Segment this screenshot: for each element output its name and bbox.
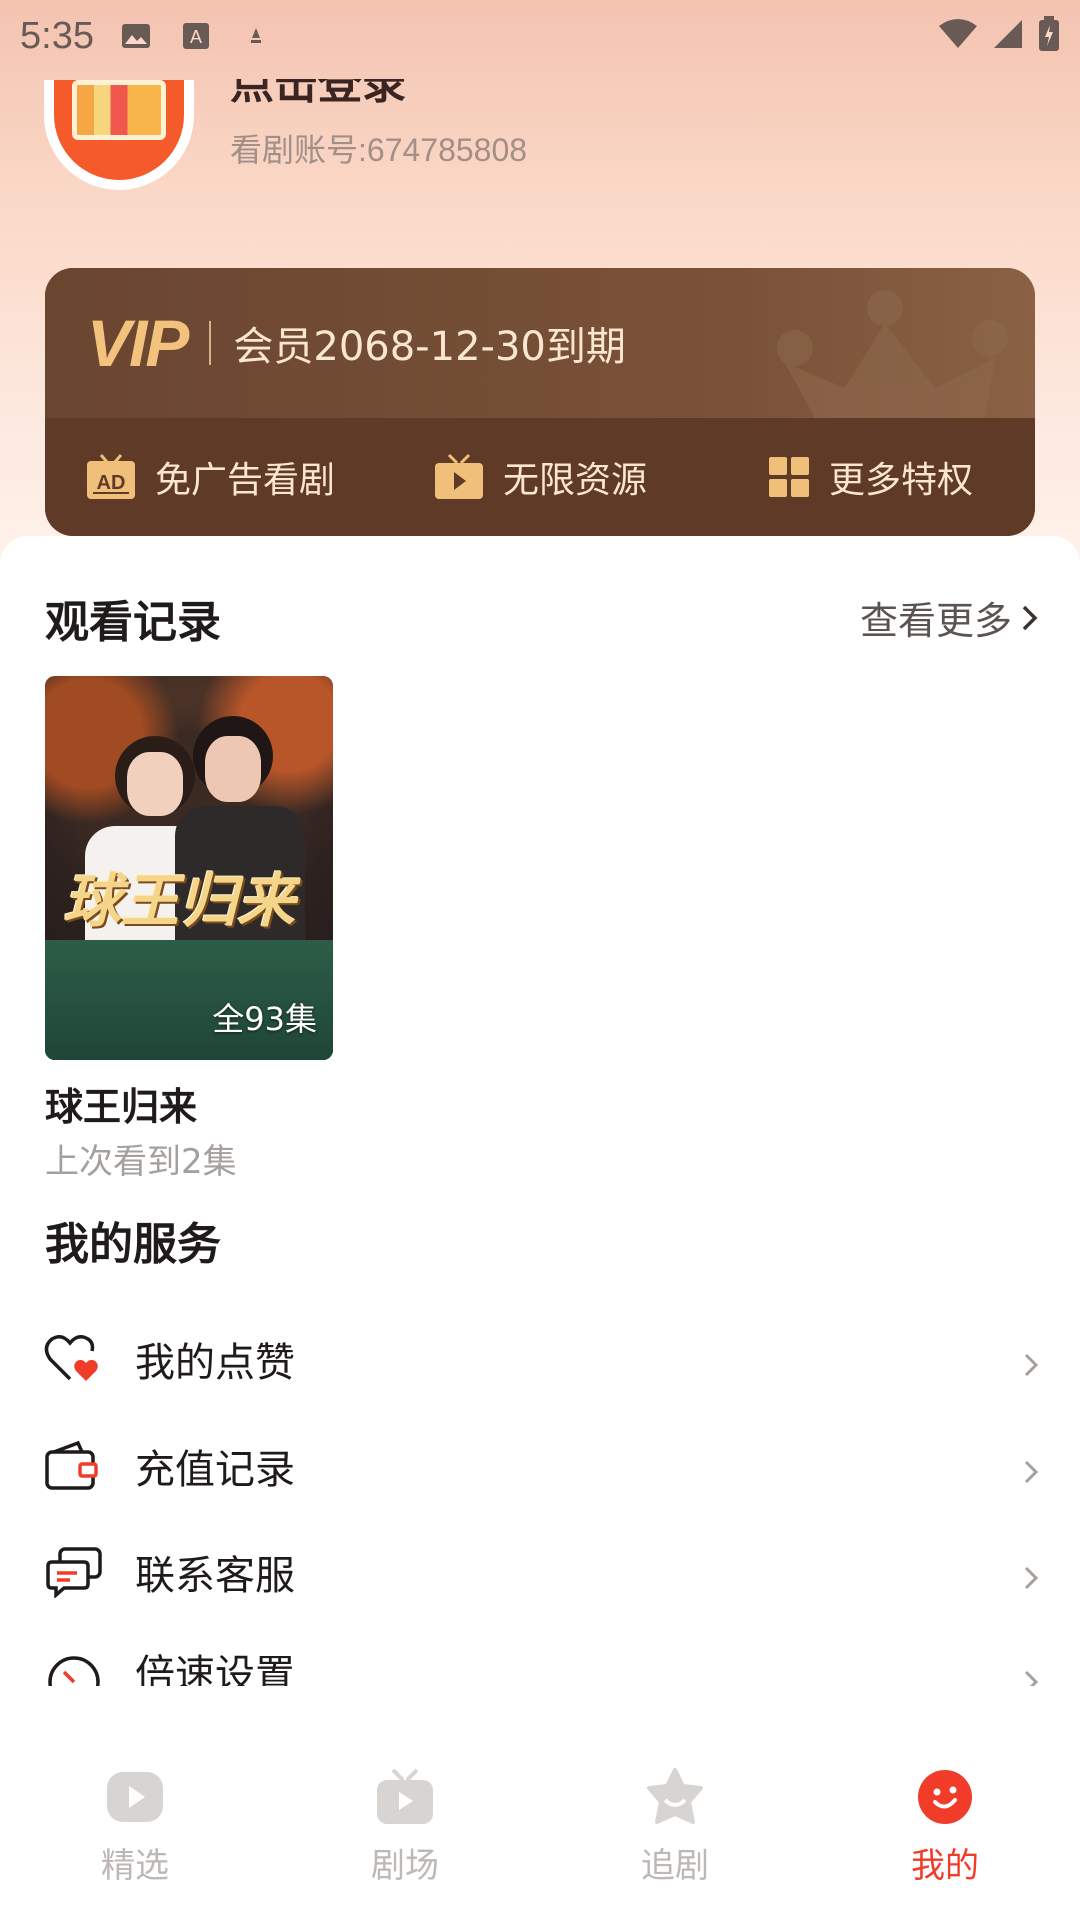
perk-unlimited[interactable]: 无限资源 (375, 451, 705, 503)
tab-follow[interactable]: 追剧 (540, 1740, 810, 1920)
app-root: 5:35 A 点击登录 看剧账号:674785808 VIP 会员2068-12… (0, 0, 1080, 1920)
vip-logo: VIP (87, 306, 189, 380)
tab-label: 我的 (911, 1846, 979, 1886)
theater-icon (373, 1768, 437, 1830)
tab-mine[interactable]: 我的 (810, 1740, 1080, 1920)
signal-icon (992, 18, 1024, 54)
perk-label: 无限资源 (502, 460, 647, 501)
wallet-icon (44, 1436, 104, 1496)
perk-label: 更多特权 (828, 460, 973, 501)
wifi-icon (938, 18, 978, 54)
service-speed[interactable]: 倍速设置 (0, 1632, 1080, 1686)
ad-icon: AD (85, 453, 137, 501)
service-support[interactable]: 联系客服 (0, 1522, 1080, 1622)
vip-header: VIP 会员2068-12-30到期 (45, 268, 1035, 418)
chat-icon (44, 1542, 104, 1602)
login-prompt[interactable]: 点击登录 (230, 79, 527, 109)
svg-text:A: A (190, 27, 202, 47)
chevron-right-icon (1022, 605, 1038, 630)
episode-count: 全93集 (212, 1000, 317, 1038)
tv-icon (433, 453, 485, 501)
history-title: 观看记录 (45, 597, 221, 648)
battery-icon (1038, 16, 1060, 56)
svg-text:AD: AD (97, 472, 126, 494)
tab-label: 追剧 (641, 1846, 709, 1886)
vip-perks: AD 免广告看剧 无限资源 更多特权 (45, 418, 1035, 536)
drama-progress: 上次看到2集 (45, 1142, 237, 1182)
service-recharge[interactable]: 充值记录 (0, 1416, 1080, 1516)
view-more-label: 查看更多 (859, 599, 1012, 643)
crown-icon (777, 290, 1008, 418)
service-label: 我的点赞 (135, 1340, 295, 1386)
grid-icon (767, 455, 811, 499)
status-bar: 5:35 A (0, 0, 1080, 72)
chevron-right-icon (1024, 1353, 1039, 1377)
bottom-nav: 精选 剧场 追剧 我的 (0, 1740, 1080, 1920)
service-label: 倍速设置 (135, 1652, 295, 1686)
star-icon (643, 1768, 707, 1830)
view-more-button[interactable]: 查看更多 (860, 590, 1040, 645)
tab-featured[interactable]: 精选 (0, 1740, 270, 1920)
chevron-right-icon (1024, 1670, 1039, 1686)
tab-label: 精选 (101, 1846, 169, 1886)
perk-label: 免广告看剧 (154, 460, 335, 501)
tab-label: 剧场 (371, 1846, 439, 1886)
status-time: 5:35 (20, 14, 94, 57)
content-sheet: 观看记录 查看更多 球王归来 全93集 球王归来 上次看到2集 我的服务 我的点… (0, 536, 1080, 1786)
vip-expire-text: 会员2068-12-30到期 (233, 324, 626, 370)
chevron-right-icon (1024, 1460, 1039, 1484)
services-title: 我的服务 (45, 1219, 221, 1270)
service-label: 联系客服 (135, 1553, 295, 1599)
speed-icon (44, 1652, 104, 1686)
profile-header[interactable]: 点击登录 看剧账号:674785808 (44, 79, 527, 190)
perk-ad-free[interactable]: AD 免广告看剧 (45, 451, 375, 503)
font-icon: A (178, 18, 214, 54)
play-icon (103, 1768, 167, 1830)
chevron-right-icon (1024, 1566, 1039, 1590)
notification-icon (238, 18, 274, 54)
heart-icon (44, 1329, 104, 1389)
tv-logo-icon (54, 80, 184, 180)
drama-poster[interactable]: 球王归来 全93集 (45, 676, 333, 1060)
vip-card[interactable]: VIP 会员2068-12-30到期 AD 免广告看剧 无限资源 更多特权 (45, 268, 1035, 536)
perk-more[interactable]: 更多特权 (705, 451, 1035, 503)
account-id: 看剧账号:674785808 (230, 132, 528, 168)
service-likes[interactable]: 我的点赞 (0, 1309, 1080, 1409)
profile-info: 点击登录 看剧账号:674785808 (230, 79, 527, 171)
poster-title: 球王归来 (63, 867, 296, 935)
smile-icon (913, 1768, 977, 1830)
service-label: 充值记录 (135, 1447, 295, 1493)
image-icon (118, 18, 154, 54)
tab-theater[interactable]: 剧场 (270, 1740, 540, 1920)
drama-name[interactable]: 球王归来 (45, 1076, 197, 1131)
divider (209, 321, 212, 365)
status-right (938, 16, 1060, 56)
avatar[interactable] (44, 80, 194, 190)
